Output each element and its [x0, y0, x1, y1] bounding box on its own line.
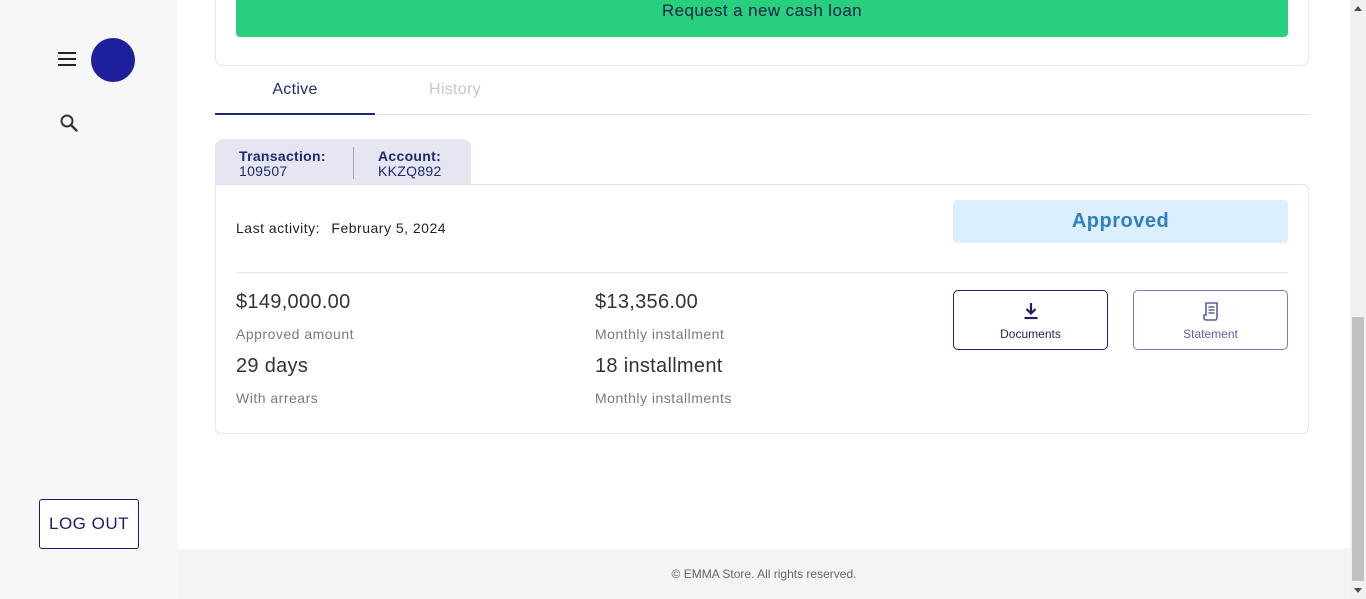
account-info: Account: KKZQ892: [378, 148, 442, 178]
receipt-icon: [1202, 301, 1220, 321]
documents-label: Documents: [1000, 327, 1061, 341]
header-divider: [353, 147, 354, 179]
monthly-installment-label: Monthly installment: [595, 326, 725, 342]
statement-label: Statement: [1183, 327, 1238, 341]
documents-button[interactable]: Documents: [953, 290, 1108, 350]
arrears-value: 29 days: [236, 355, 309, 377]
last-activity: Last activity: February 5, 2024: [236, 220, 446, 236]
download-icon: [1023, 301, 1039, 321]
approved-amount-label: Approved amount: [236, 326, 355, 342]
search-icon[interactable]: [57, 111, 81, 135]
last-activity-date: February 5, 2024: [331, 220, 447, 236]
tabs-divider: [215, 114, 1309, 115]
arrears-label: With arrears: [236, 390, 319, 406]
avatar[interactable]: [91, 38, 135, 82]
status-badge: Approved: [953, 200, 1288, 243]
request-cash-loan-button[interactable]: Request a new cash loan: [236, 0, 1288, 37]
hamburger-menu-icon[interactable]: [57, 51, 77, 67]
monthly-installment-value: $13,356.00: [595, 291, 699, 313]
statement-button[interactable]: Statement: [1133, 290, 1288, 350]
logout-button[interactable]: LOG OUT: [39, 499, 139, 549]
transaction-header: Transaction: 109507 Account: KKZQ892: [215, 139, 471, 185]
transaction-value: 109507: [239, 163, 288, 179]
sidebar: LOG OUT: [0, 0, 178, 599]
account-value: KKZQ892: [378, 163, 442, 179]
account-label: Account:: [378, 148, 442, 164]
installments-label: Monthly installments: [595, 390, 732, 406]
installments-value: 18 installment: [595, 355, 723, 377]
transaction-label: Transaction:: [239, 148, 326, 164]
scroll-up-arrow-icon[interactable]: [1350, 0, 1366, 17]
approved-amount-value: $149,000.00: [236, 291, 351, 313]
scrollbar[interactable]: [1350, 0, 1366, 599]
last-activity-label: Last activity:: [236, 220, 321, 236]
scrollbar-thumb[interactable]: [1352, 317, 1364, 581]
copyright-text: © EMMA Store. All rights reserved.: [671, 567, 857, 581]
tab-active[interactable]: Active: [215, 66, 375, 115]
tab-history[interactable]: History: [375, 66, 535, 114]
scroll-down-arrow-icon[interactable]: [1350, 582, 1366, 599]
transaction-info: Transaction: 109507: [239, 148, 326, 178]
card-divider: [236, 272, 1288, 273]
footer: © EMMA Store. All rights reserved.: [178, 549, 1350, 599]
